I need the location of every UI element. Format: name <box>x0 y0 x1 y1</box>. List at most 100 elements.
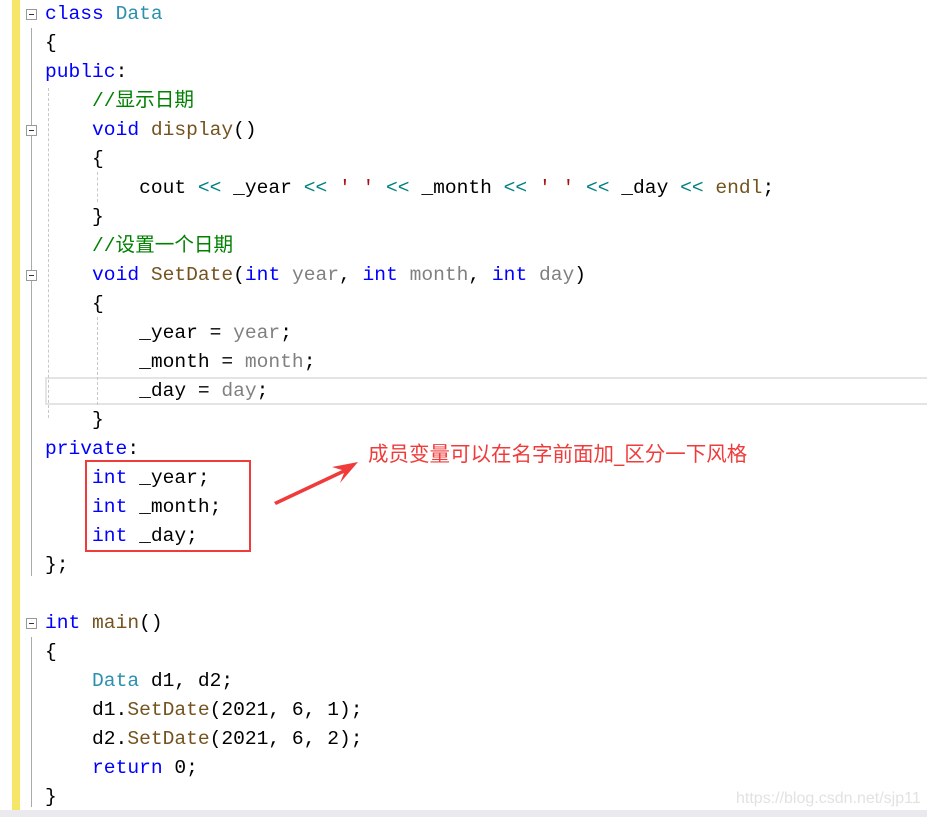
code-line[interactable]: } <box>45 783 57 812</box>
code-token: ; <box>303 351 316 373</box>
code-token: (2021, 6, 2); <box>209 728 363 750</box>
code-token: //设置一个日期 <box>45 235 234 257</box>
code-token: month <box>409 264 469 286</box>
code-token: _day <box>609 177 681 199</box>
code-token: display <box>150 119 234 141</box>
collapse-main-icon[interactable] <box>26 618 37 629</box>
code-token: } <box>45 409 104 431</box>
code-line[interactable]: d1.SetDate(2021, 6, 1); <box>45 696 362 725</box>
collapse-class-icon[interactable] <box>26 9 37 20</box>
code-token: private <box>45 438 128 460</box>
code-token: } <box>45 786 57 808</box>
code-token: ; <box>280 322 292 344</box>
code-token: ; <box>256 380 269 402</box>
code-line[interactable]: d2.SetDate(2021, 6, 2); <box>45 725 362 754</box>
code-line[interactable]: void SetDate(int year, int month, int da… <box>45 261 586 290</box>
highlight-box <box>85 460 251 552</box>
code-line[interactable]: } <box>45 203 104 232</box>
code-token: ; <box>762 177 775 199</box>
code-token: year <box>291 264 340 286</box>
code-token: int <box>491 264 539 286</box>
code-token: SetDate <box>127 699 210 721</box>
code-token: Data <box>92 670 151 692</box>
code-line[interactable]: void display() <box>45 116 257 145</box>
code-token: : <box>127 438 140 460</box>
code-token: << <box>386 177 410 199</box>
code-token: _year <box>221 177 304 199</box>
code-line[interactable]: _month = month; <box>45 348 315 377</box>
code-line[interactable]: //设置一个日期 <box>45 232 233 261</box>
code-token: day <box>538 264 575 286</box>
collapse-setdate-icon[interactable] <box>26 270 37 281</box>
code-token: _month <box>409 177 504 199</box>
code-line[interactable]: Data d1, d2; <box>45 667 233 696</box>
code-line[interactable]: int main() <box>45 609 163 638</box>
code-token: << <box>586 177 610 199</box>
code-token: int <box>244 264 292 286</box>
code-token: : <box>115 61 128 83</box>
code-line[interactable]: cout << _year << ' ' << _month << ' ' <<… <box>45 174 774 203</box>
code-token: int <box>45 612 93 634</box>
code-token: 0; <box>174 757 198 779</box>
scrollbar-track[interactable] <box>0 810 927 817</box>
code-line[interactable]: return 0; <box>45 754 198 783</box>
code-token: { <box>45 148 104 170</box>
code-token: , <box>339 264 363 286</box>
code-token: () <box>139 612 163 634</box>
outline-line <box>31 637 32 807</box>
code-token: ' ' <box>339 177 375 199</box>
collapse-display-icon[interactable] <box>26 125 37 136</box>
code-line[interactable]: { <box>45 29 57 58</box>
annotation-text: 成员变量可以在名字前面加_区分一下风格 <box>368 442 748 466</box>
code-token: d1. <box>45 699 128 721</box>
code-token: , <box>468 264 492 286</box>
code-token: _day = <box>45 380 222 402</box>
code-line[interactable]: class Data <box>45 0 163 29</box>
code-token: }; <box>45 554 69 576</box>
code-token: return <box>92 757 175 779</box>
code-token: _year = <box>45 322 234 344</box>
code-token: { <box>45 32 57 54</box>
code-token: } <box>45 206 104 228</box>
code-token: << <box>680 177 704 199</box>
code-token: << <box>503 177 528 199</box>
code-line[interactable]: }; <box>45 551 69 580</box>
code-token: (2021, 6, 1); <box>209 699 363 721</box>
code-token: d2. <box>45 728 128 750</box>
code-line[interactable]: } <box>45 406 104 435</box>
code-token: SetDate <box>127 728 210 750</box>
code-token: Data <box>115 3 163 25</box>
code-token: ) <box>574 264 587 286</box>
code-token: ' ' <box>538 177 575 199</box>
code-token: cout <box>45 177 198 199</box>
code-token: ( <box>233 264 245 286</box>
code-token: day <box>221 380 257 402</box>
code-token: d1, d2; <box>150 670 234 692</box>
code-token: int <box>362 264 410 286</box>
code-line[interactable]: _year = year; <box>45 319 292 348</box>
code-token: << <box>197 177 222 199</box>
code-line[interactable]: _day = day; <box>45 377 268 406</box>
code-token: _month = <box>45 351 245 373</box>
code-token: SetDate <box>150 264 234 286</box>
code-line[interactable]: { <box>45 145 104 174</box>
code-token: { <box>45 293 104 315</box>
code-line[interactable]: { <box>45 638 57 667</box>
code-line[interactable]: //显示日期 <box>45 87 194 116</box>
code-token: year <box>233 322 281 344</box>
code-token: () <box>233 119 257 141</box>
code-token: public <box>45 61 116 83</box>
code-token: //显示日期 <box>45 90 194 112</box>
code-token: { <box>45 641 57 663</box>
code-line[interactable]: { <box>45 290 104 319</box>
code-line[interactable]: public: <box>45 58 127 87</box>
watermark: https://blog.csdn.net/sjp11 <box>736 790 921 807</box>
